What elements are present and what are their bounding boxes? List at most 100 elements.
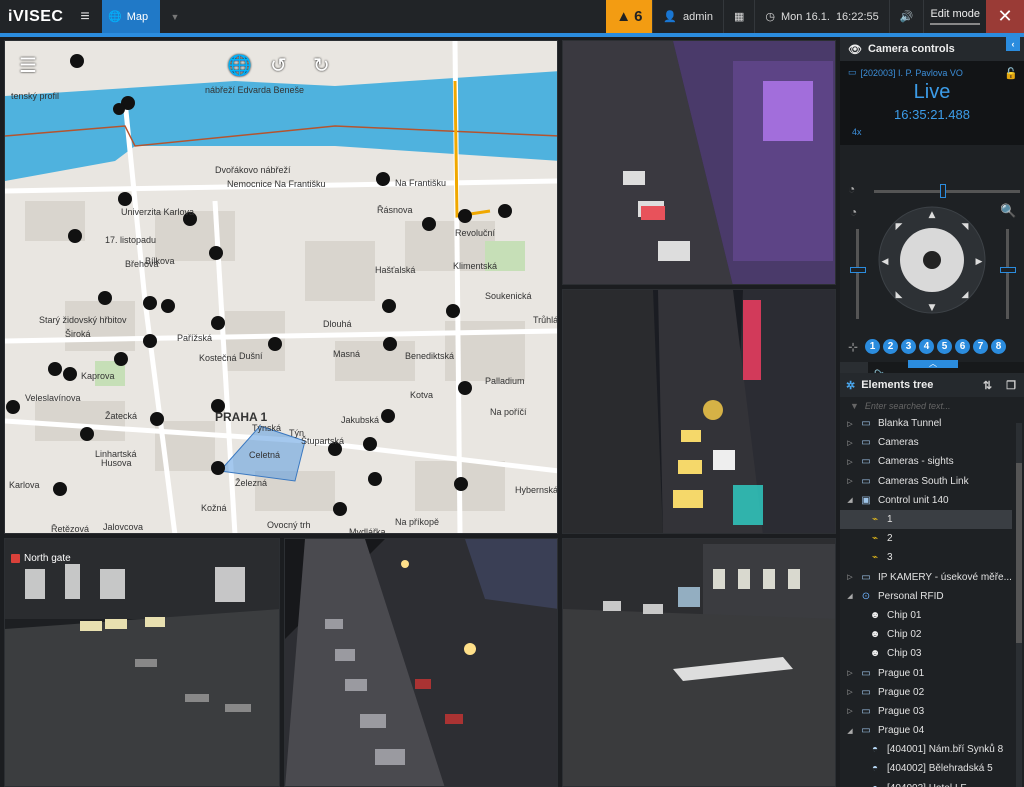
live-timestamp: 16:35:21.488 — [894, 107, 970, 122]
preset-6-button[interactable]: 6 — [955, 339, 971, 354]
tree-group-item[interactable]: ▷ ▭ Cameras - sights — [840, 452, 1012, 471]
tree-item-label: Cameras South Link — [878, 475, 969, 487]
map-street-label: Palladium — [485, 376, 525, 386]
map-street-label: Štupartská — [301, 436, 344, 446]
camera-view-3[interactable]: North gate — [4, 538, 280, 787]
tree-scrollbar[interactable] — [1016, 423, 1022, 787]
preset-5-button[interactable]: 5 — [937, 339, 953, 354]
camera-view-1[interactable] — [562, 40, 836, 285]
focus-slider-handle[interactable] — [850, 267, 866, 273]
collapse-arrow-icon[interactable]: ‹ — [1006, 37, 1020, 51]
zoom-slider-handle[interactable] — [1000, 267, 1016, 273]
tree-leaf-item[interactable]: ☻ Chip 03 — [840, 644, 1012, 663]
edit-mode-button[interactable]: Edit mode — [923, 0, 986, 33]
close-icon[interactable]: ✕ — [986, 0, 1024, 33]
tree-leaf-item[interactable]: ☻ Chip 01 — [840, 606, 1012, 625]
collapsed-arrow-icon[interactable]: ▷ — [846, 458, 854, 466]
camera-image-2 — [563, 290, 835, 533]
hamburger-menu-icon[interactable]: ≡ — [68, 0, 102, 33]
tree-group-item[interactable]: ▷ ▭ Prague 01 — [840, 663, 1012, 682]
tree-group-item[interactable]: ◢ ▭ Prague 04 — [840, 721, 1012, 740]
clock-icon: ◷ — [765, 11, 776, 23]
camera-controls-header[interactable]: 👁 Camera controls ‹ — [840, 37, 1024, 61]
lock-icon[interactable]: 🔓 — [1004, 67, 1018, 80]
preset-1-button[interactable]: 1 — [865, 339, 881, 354]
tree-group-item[interactable]: ▷ ▭ Cameras South Link — [840, 472, 1012, 491]
alarm-count: 6 — [634, 8, 643, 25]
control-unit-icon: ▣ — [861, 494, 871, 506]
collapsed-arrow-icon[interactable]: ▷ — [846, 439, 854, 447]
expanded-arrow-icon[interactable]: ◢ — [846, 496, 854, 504]
map-street-label: Kožná — [201, 503, 227, 513]
collapsed-arrow-icon[interactable]: ▷ — [846, 669, 854, 677]
svg-text:▶: ▶ — [976, 257, 983, 267]
expanded-arrow-icon[interactable]: ◢ — [846, 592, 854, 600]
preset-8-button[interactable]: 8 — [991, 339, 1007, 354]
expanded-arrow-icon[interactable]: ◢ — [846, 727, 854, 735]
tree-item-label: [404002] Bělehradská 5 — [887, 763, 993, 775]
tree-group-item[interactable]: ▷ ▭ Prague 02 — [840, 683, 1012, 702]
zoom-slider[interactable] — [1006, 229, 1009, 319]
camera-view-4[interactable] — [284, 538, 558, 787]
collapsed-arrow-icon[interactable]: ▷ — [846, 688, 854, 696]
user-menu[interactable]: 👤 admin — [652, 0, 723, 33]
collapsed-arrow-icon[interactable]: ▷ — [846, 573, 854, 581]
tab-dropdown-icon[interactable]: ▼ — [160, 0, 190, 33]
layout-button[interactable]: ▦ — [723, 0, 754, 33]
camera-group-icon: ▭ — [861, 437, 871, 449]
preset-3-button[interactable]: 3 — [901, 339, 917, 354]
speed-slider[interactable]: ◔ — [848, 182, 1024, 198]
tree-group-item[interactable]: ▷ ▭ Blanka Tunnel — [840, 414, 1012, 433]
tree-group-item[interactable]: ▷ ▭ Prague 03 — [840, 702, 1012, 721]
globe-icon[interactable]: 🌐 — [227, 53, 252, 78]
camera-group-icon: ▭ — [861, 686, 871, 698]
tree-group-item[interactable]: ◢ ⊙ Personal RFID — [840, 587, 1012, 606]
camera-view-2[interactable] — [562, 289, 836, 534]
map-street-label: Ovocný trh — [267, 520, 311, 530]
tree-leaf-item[interactable]: ◓ [404001] Nám.bří Synků 8 — [840, 740, 1012, 759]
alarm-button[interactable]: ▲ 6 — [606, 0, 653, 33]
tree-group-item[interactable]: ◢ ▣ Control unit 140 — [840, 491, 1012, 510]
sort-tree-icon[interactable]: ⇅ — [983, 379, 992, 392]
tree-item-label: Control unit 140 — [878, 494, 949, 506]
tree-leaf-item[interactable]: ⌁ 2 — [840, 529, 1012, 548]
speed-gauge-icon: ◔ — [848, 182, 856, 196]
tree-item-label: Personal RFID — [878, 590, 944, 602]
tree-scrollbar-thumb[interactable] — [1016, 463, 1022, 643]
panel-collapse-button[interactable]: ︿ — [908, 360, 958, 368]
tree-group-item[interactable]: ▷ ▭ Cameras — [840, 433, 1012, 452]
tree-item-label: Blanka Tunnel — [878, 418, 942, 430]
tree-search-input[interactable]: Enter searched text... — [865, 401, 951, 411]
speed-slider-handle[interactable] — [940, 184, 946, 198]
tree-leaf-item[interactable]: ◓ [404003] Hotel I.F. — [840, 779, 1012, 787]
collapsed-arrow-icon[interactable]: ▷ — [846, 707, 854, 715]
tree-leaf-item[interactable]: ◓ [404002] Bělehradská 5 — [840, 759, 1012, 778]
tree-leaf-item[interactable]: ⌁ 1 — [840, 509, 1012, 530]
collapsed-arrow-icon[interactable]: ▷ — [846, 420, 854, 428]
rotate-left-icon[interactable]: ↺ — [270, 53, 287, 78]
tree-leaf-item[interactable]: ⌁ 3 — [840, 548, 1012, 567]
collapsed-arrow-icon[interactable]: ▷ — [846, 477, 854, 485]
rotate-right-icon[interactable]: ↻ — [313, 53, 330, 78]
map-view[interactable]: tenský profil nábřeží Edvarda Beneše Dvořá… — [4, 40, 558, 534]
focus-slider[interactable] — [856, 229, 859, 319]
copy-icon[interactable]: ❐ — [1006, 379, 1016, 392]
tree-search[interactable]: ▼ Enter searched text... — [840, 397, 1024, 415]
volume-button[interactable]: 🔊 — [888, 0, 924, 33]
preset-2-button[interactable]: 2 — [883, 339, 899, 354]
preset-4-button[interactable]: 4 — [919, 339, 935, 354]
tree-leaf-item[interactable]: ☻ Chip 02 — [840, 625, 1012, 644]
ptz-joystick[interactable]: ▲ ▼ ◀ ▶ ◤ ◥ ◣ ◢ — [877, 205, 987, 315]
map-street-label: Na příkopě — [395, 517, 439, 527]
tree-item-label: Prague 01 — [878, 667, 925, 679]
preset-7-button[interactable]: 7 — [973, 339, 989, 354]
layers-icon[interactable]: ☰ — [19, 53, 37, 78]
map-canvas[interactable]: tenský profil nábřeží Edvarda Beneše Dvořá… — [5, 41, 558, 534]
tab-map[interactable]: 🌐 Map — [102, 0, 160, 33]
dome-camera-icon: ◓ — [868, 783, 882, 787]
tree-group-item[interactable]: ▷ ▭ IP KAMERY - úsekové měře... — [840, 568, 1012, 587]
map-street-label: Karlova — [9, 480, 40, 490]
camera-view-5[interactable] — [562, 538, 836, 787]
map-street-label: PRAHA 1 — [215, 410, 268, 424]
map-street-label: Dvořákovo nábřeží — [215, 165, 291, 175]
